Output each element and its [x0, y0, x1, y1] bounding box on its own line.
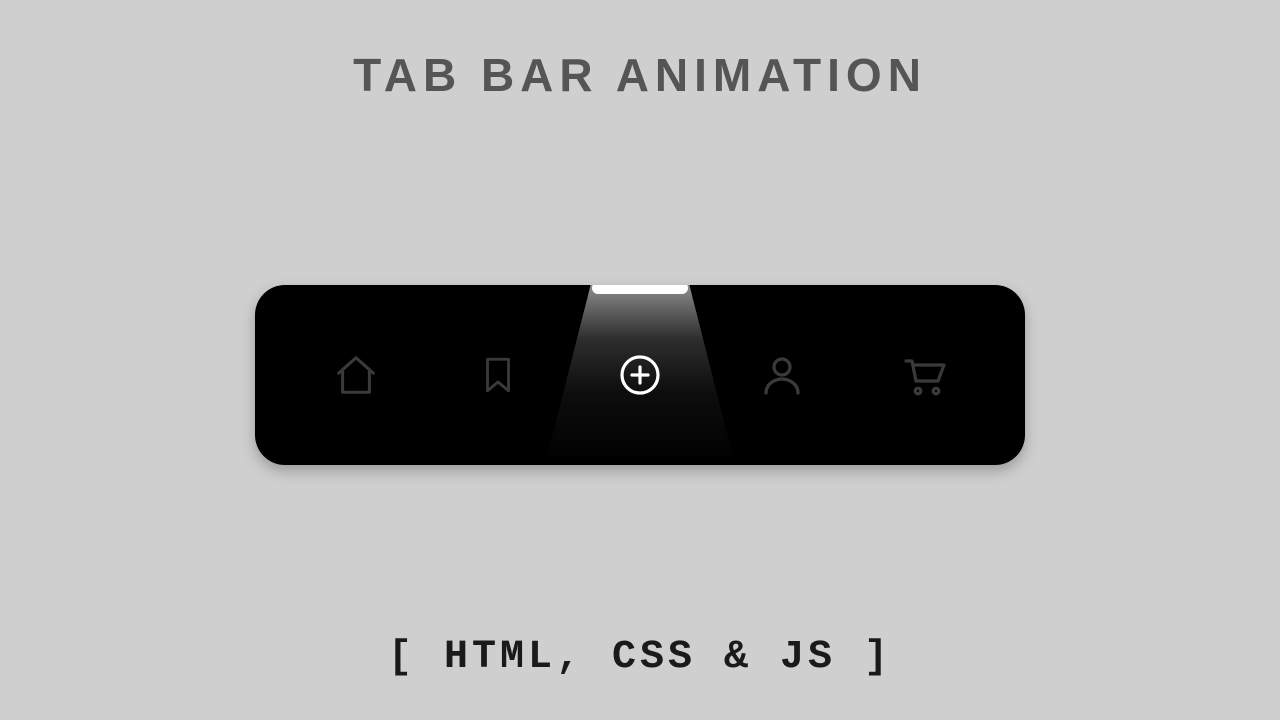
tab-add[interactable] — [580, 285, 700, 465]
user-icon — [758, 351, 806, 399]
tab-home[interactable] — [296, 285, 416, 465]
bookmark-icon — [477, 351, 519, 399]
cart-icon — [898, 351, 950, 399]
active-indicator — [592, 285, 688, 294]
page-subtitle: [ HTML, CSS & JS ] — [0, 635, 1280, 680]
home-icon — [333, 352, 379, 398]
page-title: TAB BAR ANIMATION — [0, 48, 1280, 102]
tab-profile[interactable] — [722, 285, 842, 465]
tab-bar — [255, 285, 1025, 465]
plus-circle-icon — [616, 351, 664, 399]
tab-cart[interactable] — [864, 285, 984, 465]
tab-bookmark[interactable] — [438, 285, 558, 465]
